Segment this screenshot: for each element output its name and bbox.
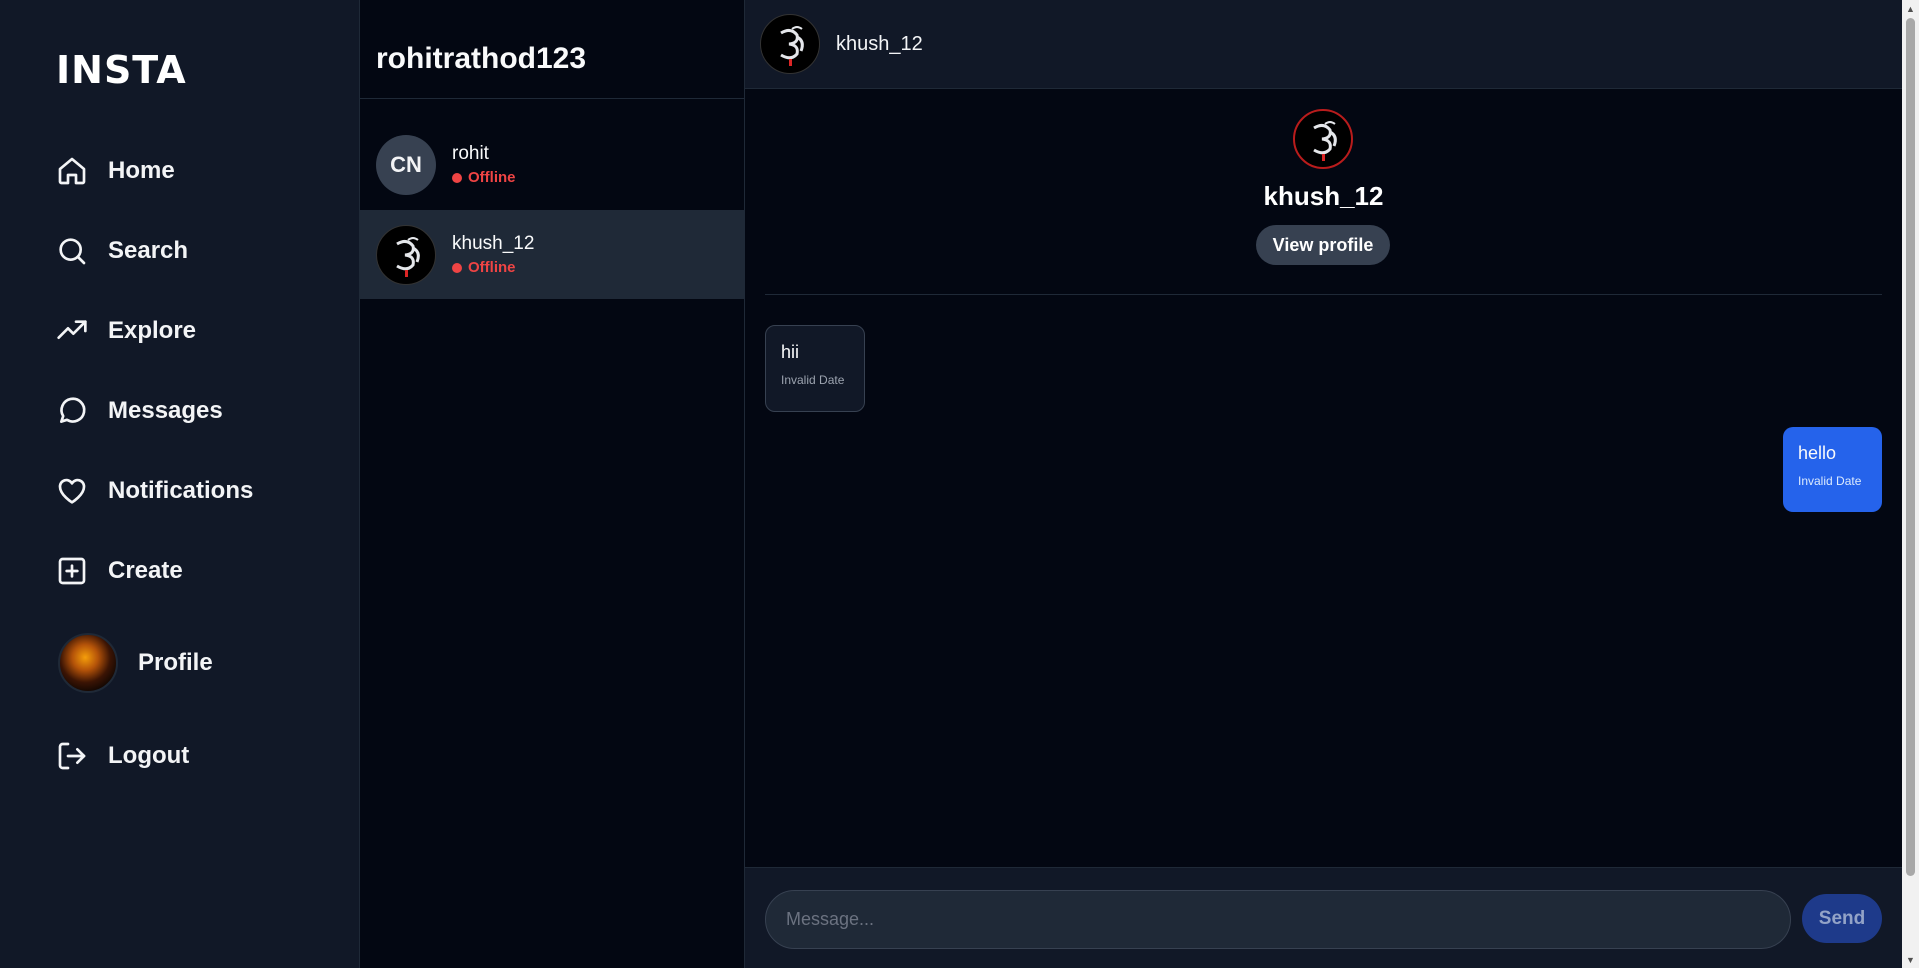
chat-profile-summary: khush_12 View profile	[765, 89, 1882, 295]
app-logo[interactable]: INSTA	[56, 48, 187, 92]
offline-dot-icon	[452, 262, 462, 273]
logout-icon	[58, 742, 86, 770]
scroll-thumb[interactable]	[1906, 18, 1915, 876]
om-icon	[1313, 121, 1337, 161]
message-bubble-outgoing: hello Invalid Date	[1783, 427, 1882, 512]
sidebar-item-label: Messages	[108, 397, 223, 424]
message-composer: Send	[745, 867, 1902, 968]
send-button[interactable]: Send	[1802, 894, 1882, 943]
sidebar-item-messages[interactable]: Messages	[56, 387, 223, 435]
chat-header: khush_12	[745, 0, 1902, 89]
status-badge: Offline	[452, 259, 534, 276]
profile-name: khush_12	[1263, 181, 1384, 211]
sidebar-item-label: Notifications	[108, 477, 254, 504]
status-text: Offline	[468, 259, 516, 276]
message-text: hii	[781, 342, 800, 362]
message-bubble-incoming: hii Invalid Date	[765, 325, 865, 412]
message-time: Invalid Date	[781, 373, 845, 387]
status-badge: Offline	[452, 169, 516, 186]
sidebar-item-explore[interactable]: Explore	[56, 307, 196, 355]
sidebar-item-create[interactable]: Create	[56, 547, 183, 595]
sidebar: INSTA Home Search Explore Messages Notif…	[0, 0, 359, 968]
sidebar-item-label: Search	[108, 237, 189, 264]
chat-panel: khush_12 khush_12 View profile hii Inval…	[745, 0, 1902, 968]
sidebar-item-label: Profile	[138, 649, 213, 676]
avatar: CN	[376, 134, 436, 195]
plus-square-icon	[58, 557, 86, 585]
conversation-item-rohit[interactable]: CN rohit Offline	[360, 120, 744, 209]
sidebar-item-label: Create	[108, 557, 183, 584]
current-username: rohitrathod123	[360, 0, 744, 99]
conversation-name: rohit	[452, 143, 489, 164]
search-icon	[59, 238, 86, 265]
sidebar-item-label: Logout	[108, 742, 190, 769]
offline-dot-icon	[452, 172, 462, 183]
avatar	[58, 633, 118, 693]
om-icon	[396, 236, 420, 277]
view-profile-button[interactable]: View profile	[1256, 225, 1390, 265]
sidebar-item-profile[interactable]: Profile	[56, 633, 213, 693]
page-scrollbar[interactable]: ▲ ▼	[1902, 0, 1919, 968]
message-input[interactable]	[765, 890, 1791, 949]
message-circle-icon	[60, 397, 86, 423]
scroll-up-icon[interactable]: ▲	[1902, 0, 1919, 17]
home-icon	[58, 157, 86, 185]
chat-header-name[interactable]: khush_12	[836, 33, 923, 56]
sidebar-item-notifications[interactable]: Notifications	[56, 467, 253, 515]
status-text: Offline	[468, 169, 516, 186]
avatar	[1293, 109, 1353, 169]
message-text: hello	[1798, 443, 1837, 463]
trending-up-icon	[57, 320, 87, 339]
sidebar-item-label: Home	[108, 157, 175, 184]
scroll-down-icon[interactable]: ▼	[1902, 951, 1919, 968]
om-icon	[780, 26, 804, 66]
conversation-list: rohitrathod123 CN rohit Offline khush_12…	[359, 0, 745, 968]
sidebar-item-logout[interactable]: Logout	[56, 732, 189, 780]
sidebar-item-label: Explore	[108, 317, 197, 344]
avatar[interactable]	[760, 14, 820, 74]
app-root: INSTA Home Search Explore Messages Notif…	[0, 0, 1919, 968]
sidebar-item-home[interactable]: Home	[56, 147, 175, 195]
conversation-name: khush_12	[452, 233, 535, 254]
sidebar-item-search[interactable]: Search	[56, 227, 188, 275]
avatar	[376, 224, 436, 285]
conversation-item-khush[interactable]: khush_12 Offline	[360, 210, 744, 299]
heart-icon	[58, 478, 86, 504]
message-time: Invalid Date	[1798, 474, 1862, 488]
